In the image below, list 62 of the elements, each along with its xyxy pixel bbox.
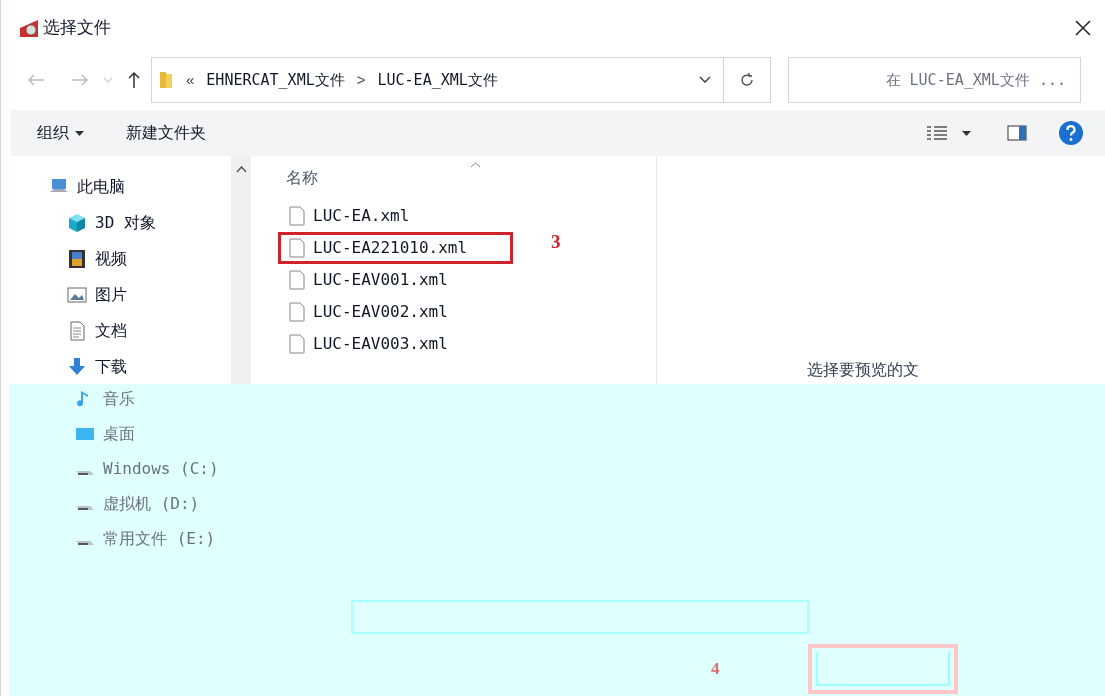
dropdown-icon[interactable]: [699, 76, 711, 84]
caret-icon[interactable]: [962, 130, 971, 136]
search-placeholder: 在 LUC-EA_XML文件 ...: [885, 69, 1066, 91]
refresh-button[interactable]: [724, 57, 771, 103]
file-name[interactable]: LUC-EAV002.xml: [313, 300, 448, 324]
app-icon: [19, 18, 39, 38]
breadcrumb-separator[interactable]: >: [356, 68, 366, 92]
drive-icon: [75, 471, 95, 476]
back-arrow-icon[interactable]: [27, 73, 45, 87]
file-name[interactable]: LUC-EAV001.xml: [313, 268, 448, 292]
file-name[interactable]: LUC-EA.xml: [313, 204, 410, 228]
organize-button[interactable]: 组织: [37, 121, 84, 145]
chevron-down-icon[interactable]: [103, 77, 113, 83]
sidebar-item[interactable]: 3D 对象: [95, 210, 156, 235]
help-icon[interactable]: [1059, 121, 1083, 145]
file-icon: [289, 238, 305, 258]
drive-icon: [75, 541, 95, 546]
scroll-up-icon[interactable]: [235, 166, 247, 173]
new-folder-button[interactable]: 新建文件夹: [126, 121, 206, 145]
refresh-icon: [739, 72, 755, 88]
sort-caret-icon[interactable]: [470, 162, 481, 168]
search-field[interactable]: 在 LUC-EA_XML文件 ...: [788, 57, 1081, 103]
film-icon: [67, 248, 87, 269]
sidebar-item[interactable]: 图片: [95, 282, 127, 307]
file-name[interactable]: LUC-EA221010.xml: [313, 236, 468, 260]
sidebar-item[interactable]: 视频: [95, 246, 127, 271]
sidebar-item[interactable]: 下载: [95, 354, 127, 379]
folder-icon: [158, 71, 174, 89]
overflow-chevron[interactable]: «: [186, 68, 195, 92]
close-icon[interactable]: [1075, 20, 1091, 36]
sidebar-item[interactable]: Windows (C:): [103, 456, 219, 481]
caret-icon: [75, 130, 84, 136]
scrollbar[interactable]: [231, 156, 251, 384]
column-header[interactable]: 名称: [286, 166, 318, 190]
file-icon: [289, 334, 305, 354]
download-icon: [67, 356, 87, 377]
file-icon: [289, 302, 305, 322]
image-icon: [67, 284, 87, 305]
forward-arrow-icon[interactable]: [71, 73, 89, 87]
file-name[interactable]: LUC-EAV003.xml: [313, 332, 448, 356]
file-icon: [289, 206, 305, 226]
up-arrow-icon[interactable]: [127, 71, 141, 89]
file-name-field[interactable]: [351, 600, 809, 634]
view-list-icon[interactable]: [926, 125, 948, 141]
preview-message: 选择要预览的文: [807, 360, 919, 380]
document-icon: [67, 320, 87, 341]
step-number: 3: [551, 230, 561, 254]
step-number: 4: [711, 658, 720, 681]
sidebar-item[interactable]: 文档: [95, 318, 127, 343]
sidebar-item[interactable]: 音乐: [103, 386, 135, 411]
sidebar-item[interactable]: 此电脑: [77, 174, 125, 199]
sidebar-item[interactable]: 虚拟机 (D:): [103, 491, 200, 516]
address-bar[interactable]: « EHNERCAT_XML文件 > LUC-EA_XML文件: [151, 57, 724, 103]
breadcrumb-item[interactable]: EHNERCAT_XML文件: [206, 68, 345, 92]
sidebar-item[interactable]: 常用文件 (E:): [103, 526, 216, 551]
window-title: 选择文件: [43, 17, 111, 40]
sidebar-item[interactable]: 桌面: [103, 421, 135, 446]
breadcrumb-item[interactable]: LUC-EA_XML文件: [377, 68, 498, 92]
file-icon: [289, 270, 305, 290]
cube-icon: [67, 212, 87, 233]
drive-icon: [75, 506, 95, 511]
preview-pane-icon[interactable]: [1007, 125, 1027, 141]
